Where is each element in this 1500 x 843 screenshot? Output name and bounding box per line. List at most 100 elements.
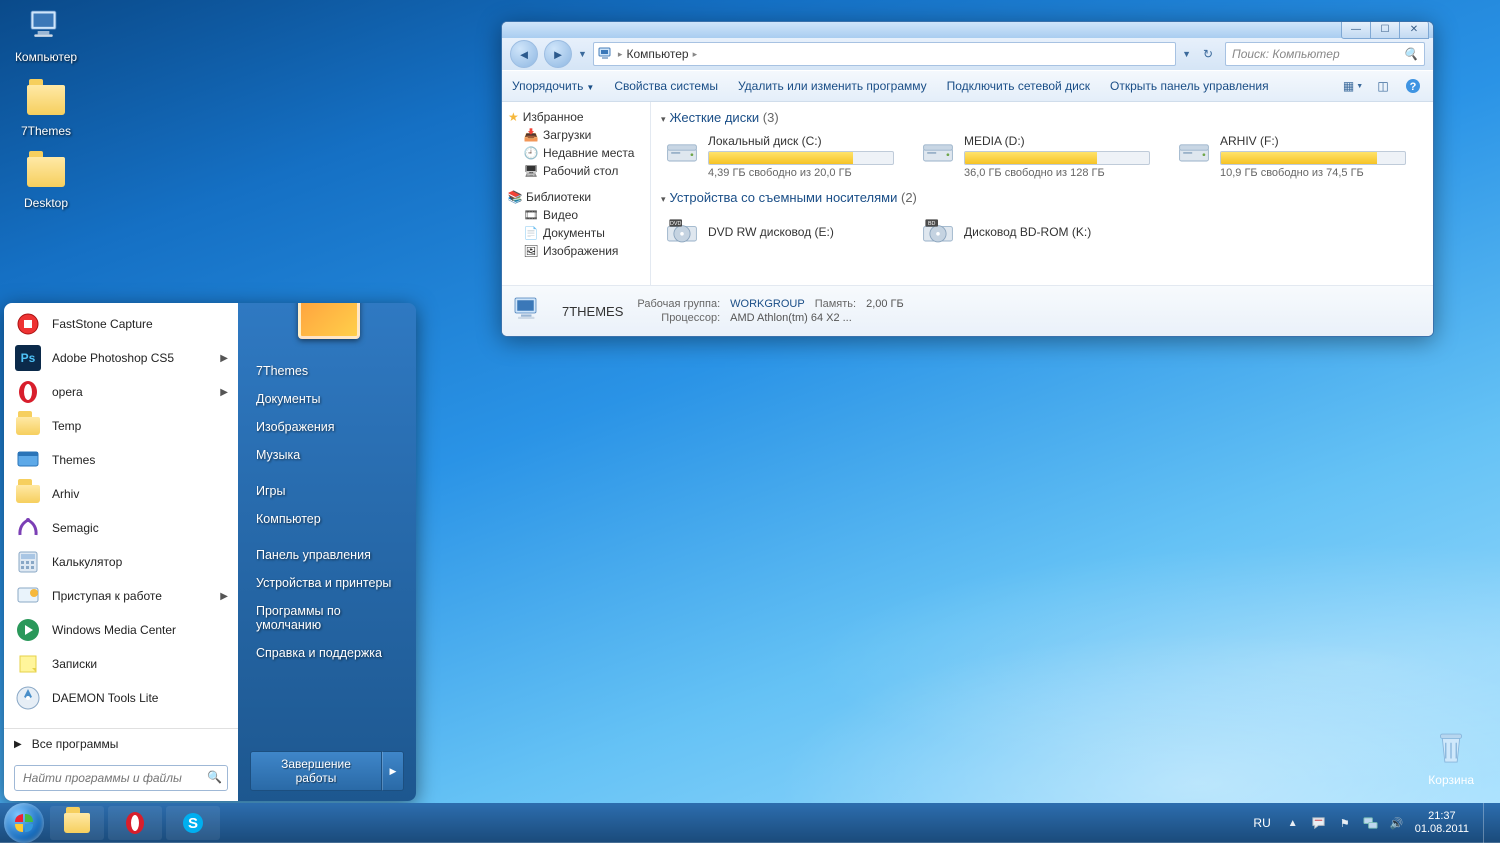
- device-item[interactable]: DVDDVD RW дисковод (E:): [661, 211, 897, 253]
- svg-text:DVD: DVD: [670, 221, 681, 227]
- start-menu-right-pane: 7ThemesДокументыИзображенияМузыка ИгрыКом…: [238, 303, 416, 801]
- start-menu-right-link[interactable]: Игры: [250, 477, 404, 505]
- sidebar-libraries-header[interactable]: 📚Библиотеки: [506, 188, 646, 206]
- tray-network-icon[interactable]: [1363, 815, 1379, 831]
- start-menu-all-programs[interactable]: ▶ Все программы: [4, 728, 238, 759]
- sidebar-item-downloads[interactable]: 📥Загрузки: [506, 126, 646, 144]
- nav-back-button[interactable]: ◄: [510, 40, 538, 68]
- start-menu-search-input[interactable]: [14, 765, 228, 791]
- svg-text:?: ?: [1410, 81, 1417, 93]
- start-menu-right-link[interactable]: Панель управления: [250, 541, 404, 569]
- sidebar-favorites-header[interactable]: ★Избранное: [506, 108, 646, 126]
- hdd-icon: [664, 134, 700, 170]
- group-header-hdd[interactable]: ▾Жесткие диски (3): [661, 110, 1423, 125]
- desktop-icon-7themes[interactable]: 7Themes: [8, 80, 84, 138]
- window-titlebar[interactable]: — ☐ ✕: [502, 22, 1433, 38]
- toolbar-help-button[interactable]: ?: [1403, 76, 1423, 96]
- tray-flag-icon[interactable]: ⚑: [1337, 815, 1353, 831]
- sidebar-item-desktop[interactable]: 🖥Рабочий стол: [506, 162, 646, 180]
- device-item[interactable]: BDДисковод BD-ROM (K:): [917, 211, 1153, 253]
- start-menu-app-item[interactable]: Temp: [4, 409, 238, 443]
- start-menu-app-item[interactable]: opera▶: [4, 375, 238, 409]
- tray-language[interactable]: RU: [1249, 816, 1274, 830]
- taskbar-opera-button[interactable]: [108, 806, 162, 840]
- start-menu-app-item[interactable]: FastStone Capture: [4, 307, 238, 341]
- window-maximize-button[interactable]: ☐: [1370, 21, 1400, 39]
- app-icon: [14, 582, 42, 610]
- start-menu-app-item[interactable]: Windows Media Center: [4, 613, 238, 647]
- user-avatar[interactable]: [298, 303, 360, 339]
- drive-item[interactable]: MEDIA (D:)36,0 ГБ свободно из 128 ГБ: [917, 131, 1153, 182]
- toolbar-preview-pane-button[interactable]: ◫: [1373, 76, 1393, 96]
- breadcrumb[interactable]: ▸ Компьютер ▸: [593, 42, 1176, 66]
- app-icon: [14, 412, 42, 440]
- nav-history-dropdown[interactable]: ▼: [578, 49, 587, 59]
- drive-item[interactable]: Локальный диск (C:)4,39 ГБ свободно из 2…: [661, 131, 897, 182]
- breadcrumb-item[interactable]: Компьютер: [626, 47, 688, 61]
- nav-forward-button[interactable]: ►: [544, 40, 572, 68]
- start-menu-app-item[interactable]: Semagic: [4, 511, 238, 545]
- taskbar-skype-button[interactable]: S: [166, 806, 220, 840]
- start-menu-app-item[interactable]: Themes: [4, 443, 238, 477]
- start-menu-app-item[interactable]: PsAdobe Photoshop CS5▶: [4, 341, 238, 375]
- drive-name: Локальный диск (C:): [708, 134, 894, 148]
- explorer-search-input[interactable]: Поиск: Компьютер 🔍: [1225, 42, 1425, 66]
- app-icon: [14, 446, 42, 474]
- breadcrumb-dropdown[interactable]: ▼: [1182, 49, 1191, 59]
- start-menu-right-link[interactable]: Программы по умолчанию: [250, 597, 404, 639]
- start-menu-app-item[interactable]: Записки: [4, 647, 238, 681]
- start-menu-right-link[interactable]: 7Themes: [250, 357, 404, 385]
- app-label: Arhiv: [52, 487, 79, 501]
- explorer-content: ▾Жесткие диски (3) Локальный диск (C:)4,…: [651, 102, 1433, 285]
- toolbar-system-properties[interactable]: Свойства системы: [614, 79, 718, 93]
- recent-icon: 🕘: [524, 146, 538, 160]
- start-menu-right-link[interactable]: Справка и поддержка: [250, 639, 404, 667]
- drive-item[interactable]: ARHIV (F:)10,9 ГБ свободно из 74,5 ГБ: [1173, 131, 1409, 182]
- desktop-icon-recycle-bin[interactable]: Корзина: [1428, 727, 1474, 787]
- toolbar-control-panel[interactable]: Открыть панель управления: [1110, 79, 1269, 93]
- breadcrumb-computer-icon[interactable]: [598, 46, 614, 62]
- shutdown-options-button[interactable]: ▶: [382, 751, 404, 791]
- toolbar-organize[interactable]: Упорядочить▼: [512, 79, 594, 93]
- shutdown-button[interactable]: Завершение работы: [250, 751, 382, 791]
- desktop-icon-computer[interactable]: Компьютер: [8, 6, 84, 64]
- sidebar-item-pictures[interactable]: 🖼Изображения: [506, 242, 646, 260]
- start-menu-app-item[interactable]: Arhiv: [4, 477, 238, 511]
- app-icon: [14, 684, 42, 712]
- app-label: Adobe Photoshop CS5: [52, 351, 174, 365]
- toolbar-uninstall[interactable]: Удалить или изменить программу: [738, 79, 927, 93]
- start-menu-app-item[interactable]: DAEMON Tools Lite: [4, 681, 238, 715]
- toolbar-map-drive[interactable]: Подключить сетевой диск: [947, 79, 1090, 93]
- submenu-arrow-icon: ▶: [220, 387, 228, 398]
- desktop-icon-desktop[interactable]: Desktop: [8, 152, 84, 210]
- window-close-button[interactable]: ✕: [1399, 21, 1429, 39]
- app-label: Калькулятор: [52, 555, 122, 569]
- taskbar-explorer-button[interactable]: [50, 806, 104, 840]
- show-desktop-button[interactable]: [1483, 803, 1492, 843]
- drive-free-text: 10,9 ГБ свободно из 74,5 ГБ: [1220, 167, 1406, 179]
- start-menu-app-item[interactable]: Приступая к работе▶: [4, 579, 238, 613]
- sidebar-item-video[interactable]: 🎞Видео: [506, 206, 646, 224]
- start-menu-right-link[interactable]: Музыка: [250, 441, 404, 469]
- start-menu-right-link[interactable]: Документы: [250, 385, 404, 413]
- sidebar-item-recent[interactable]: 🕘Недавние места: [506, 144, 646, 162]
- toolbar-view-button[interactable]: ▦▼: [1343, 76, 1363, 96]
- start-menu-right-link[interactable]: Устройства и принтеры: [250, 569, 404, 597]
- start-button[interactable]: [4, 803, 44, 843]
- start-menu-right-link[interactable]: Компьютер: [250, 505, 404, 533]
- tray-date: 01.08.2011: [1415, 823, 1469, 836]
- sidebar-item-documents[interactable]: 📄Документы: [506, 224, 646, 242]
- app-label: Записки: [52, 657, 97, 671]
- tray-action-center-icon[interactable]: [1311, 815, 1327, 831]
- app-icon: [14, 548, 42, 576]
- tray-show-hidden-icon[interactable]: ▲: [1285, 815, 1301, 831]
- tray-volume-icon[interactable]: 🔊: [1389, 815, 1405, 831]
- nav-refresh-button[interactable]: ↻: [1197, 47, 1219, 61]
- start-menu-right-link[interactable]: Изображения: [250, 413, 404, 441]
- start-menu-app-item[interactable]: Калькулятор: [4, 545, 238, 579]
- tray-clock[interactable]: 21:37 01.08.2011: [1415, 810, 1469, 836]
- desktop-icon-label: Компьютер: [8, 50, 84, 64]
- start-menu-left-pane: FastStone CapturePsAdobe Photoshop CS5▶o…: [4, 303, 238, 801]
- window-minimize-button[interactable]: —: [1341, 21, 1371, 39]
- group-header-removable[interactable]: ▾Устройства со съемными носителями (2): [661, 190, 1423, 205]
